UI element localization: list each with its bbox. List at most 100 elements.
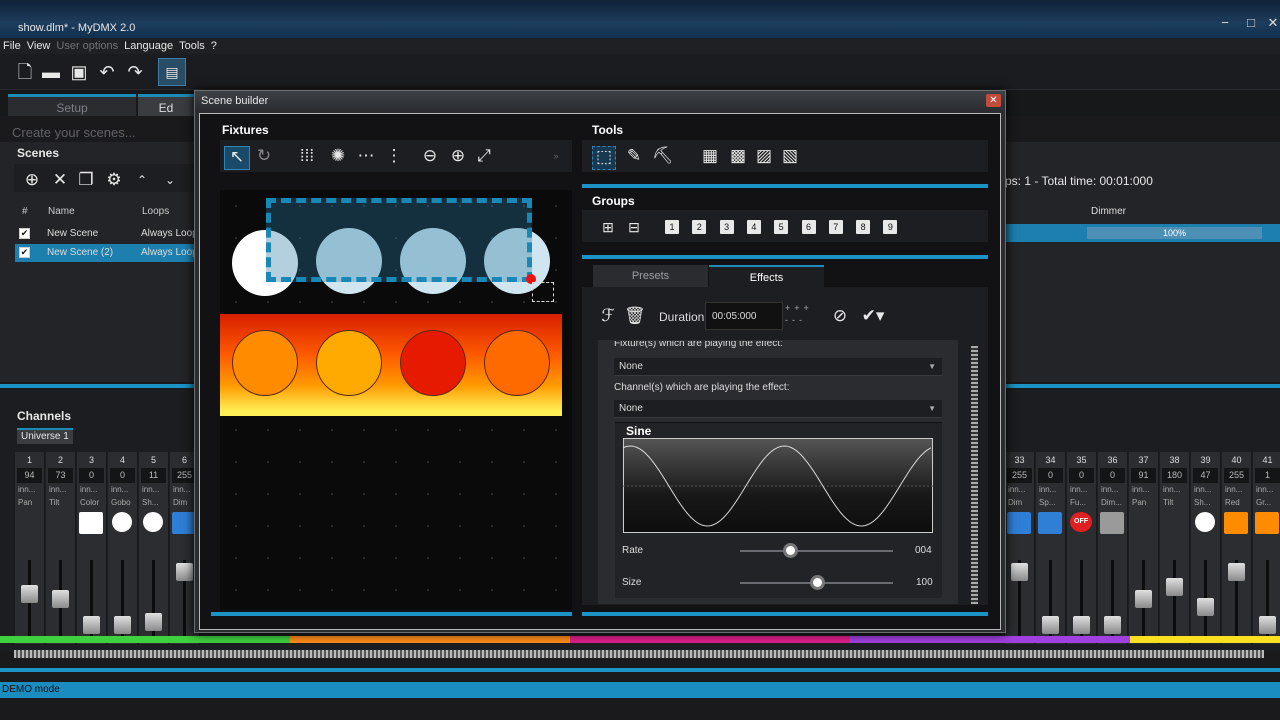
save-icon[interactable]: ▣ [68, 62, 90, 82]
resize-handle[interactable] [532, 282, 554, 302]
channel-strip[interactable]: 35 0 inn... Fu... OFF [1067, 452, 1097, 644]
close-window-button[interactable]: ✕ [1262, 14, 1280, 32]
fader-knob[interactable] [114, 616, 131, 635]
tab-setup[interactable]: Setup [8, 94, 136, 116]
fader-knob[interactable] [1228, 563, 1245, 582]
select-numbers-icon[interactable]: ▧ [780, 146, 800, 166]
fader-knob[interactable] [1042, 616, 1059, 635]
marquee-select-icon[interactable]: ⬚ [592, 146, 616, 170]
group-button-1[interactable]: 1 [665, 220, 679, 234]
group-button-4[interactable]: 4 [746, 220, 761, 234]
apply-check-icon[interactable]: ✔▾ [858, 306, 888, 326]
channel-strip[interactable]: 2 73 inn... Tilt [46, 452, 76, 644]
channel-strip[interactable]: 40 255 inn... Red [1222, 452, 1252, 644]
dimmer-row[interactable]: 100% [1005, 224, 1280, 242]
group-button-9[interactable]: 9 [883, 220, 898, 234]
menu-help[interactable]: ? [208, 38, 220, 54]
fader-knob[interactable] [176, 563, 193, 582]
fixture-color-circle[interactable] [484, 330, 550, 396]
remove-group-icon[interactable]: ⊟ [624, 217, 644, 237]
menu-view[interactable]: View [24, 38, 54, 54]
zoom-out-icon[interactable]: ⊖ [420, 146, 440, 166]
group-button-3[interactable]: 3 [719, 220, 734, 234]
channel-strip[interactable]: 4 0 inn... Gobo [108, 452, 138, 644]
selection-rectangle[interactable] [266, 198, 532, 282]
grid-layout-icon[interactable]: ⁞⁞⁞ [292, 146, 322, 166]
rotate-icon[interactable]: ↻ [254, 146, 274, 166]
channel-strip[interactable]: 3 0 inn... Color [77, 452, 107, 644]
delete-effect-icon[interactable]: 🗑 [624, 306, 646, 326]
open-folder-icon[interactable]: ▬ [40, 62, 62, 82]
channel-strip[interactable]: 5 11 inn... Sh... [139, 452, 169, 644]
fader-knob[interactable] [52, 589, 69, 608]
menu-file[interactable]: File [0, 38, 24, 54]
channel-strip[interactable]: 34 0 inn... Sp... [1036, 452, 1066, 644]
settings-icon[interactable]: ⚙ [104, 170, 124, 190]
channel-strip[interactable]: 33 255 inn... Dim [1005, 452, 1035, 644]
scene-checkbox[interactable]: ✔ [19, 227, 30, 239]
select-even-icon[interactable]: ▨ [754, 146, 774, 166]
tab-effects[interactable]: Effects [709, 265, 824, 287]
group-button-2[interactable]: 2 [692, 220, 707, 234]
tab-presets[interactable]: Presets [593, 265, 708, 287]
fader-knob[interactable] [1166, 578, 1183, 597]
add-effect-icon[interactable]: ℱ [598, 306, 618, 326]
line-layout-icon[interactable]: ⋯ [356, 146, 376, 166]
fader-knob[interactable] [83, 616, 100, 635]
size-slider-knob[interactable] [809, 575, 825, 590]
dialog-close-button[interactable]: ✕ [986, 94, 1001, 107]
pencil-icon[interactable]: ✎ [624, 146, 644, 166]
fixture-color-circle[interactable] [316, 330, 382, 396]
channel-strip[interactable]: 41 1 inn... Gr... [1253, 452, 1280, 644]
channel-strip[interactable]: 1 94 inn... Pan [15, 452, 45, 644]
group-button-5[interactable]: 5 [774, 220, 789, 234]
add-scene-icon[interactable]: ⊕ [22, 170, 42, 190]
select-all-icon[interactable]: ▦ [700, 146, 720, 166]
channels-playing-select[interactable]: None ▼ [614, 400, 942, 418]
dimmer-bar[interactable]: 100% [1087, 227, 1262, 239]
fader-knob[interactable] [1135, 589, 1152, 608]
fader-knob[interactable] [145, 612, 162, 631]
scene-checkbox[interactable]: ✔ [19, 246, 30, 258]
fit-view-icon[interactable]: ⤢ [474, 146, 494, 166]
fader-track[interactable] [1173, 560, 1176, 636]
channels-scrollbar[interactable] [14, 650, 1264, 658]
menu-language[interactable]: Language [121, 38, 176, 54]
group-button-8[interactable]: 8 [856, 220, 871, 234]
minimize-button[interactable]: − [1214, 14, 1236, 32]
stop-icon[interactable]: ⊘ [830, 306, 850, 326]
zoom-in-icon[interactable]: ⊕ [448, 146, 468, 166]
group-button-6[interactable]: 6 [801, 220, 816, 234]
device-icon[interactable]: ▤ [158, 58, 186, 86]
fader-knob[interactable] [1259, 616, 1276, 635]
fader-knob[interactable] [1073, 616, 1090, 635]
effect-scrollbar[interactable] [971, 346, 978, 604]
tab-universe-1[interactable]: Universe 1 [17, 428, 73, 444]
fader-knob[interactable] [21, 585, 38, 604]
channel-strip[interactable]: 39 47 inn... Sh... [1191, 452, 1221, 644]
redo-icon[interactable]: ↷ [124, 62, 146, 82]
maximize-button[interactable]: □ [1240, 14, 1262, 32]
channel-strip[interactable]: 37 91 inn... Pan [1129, 452, 1159, 644]
fixture-color-circle[interactable] [400, 330, 466, 396]
fill-bucket-icon[interactable]: ⛏ [652, 146, 674, 166]
select-arrow-icon[interactable]: ↖ [224, 146, 250, 170]
select-odd-icon[interactable]: ▩ [728, 146, 748, 166]
circle-layout-icon[interactable]: ✺ [328, 146, 348, 166]
move-up-icon[interactable]: ⌃ [132, 170, 152, 190]
expand-chevron-icon[interactable]: » [546, 146, 566, 166]
add-group-icon[interactable]: ⊞ [598, 217, 618, 237]
fixtures-playing-select[interactable]: None ▼ [614, 358, 942, 376]
new-file-icon[interactable]: 🗋 [14, 62, 36, 82]
duration-input[interactable]: 00:05:000 [705, 302, 783, 330]
rate-slider[interactable] [740, 550, 893, 552]
vertical-layout-icon[interactable]: ⋮ [384, 146, 404, 166]
channel-strip[interactable]: 38 180 inn... Tilt [1160, 452, 1190, 644]
fader-knob[interactable] [1104, 616, 1121, 635]
fixture-color-circle[interactable] [232, 330, 298, 396]
move-down-icon[interactable]: ⌄ [160, 170, 180, 190]
fader-knob[interactable] [1197, 598, 1214, 617]
channel-strip[interactable]: 36 0 inn... Dim... [1098, 452, 1128, 644]
tab-edit[interactable]: Ed [138, 94, 194, 116]
menu-tools[interactable]: Tools [176, 38, 208, 54]
